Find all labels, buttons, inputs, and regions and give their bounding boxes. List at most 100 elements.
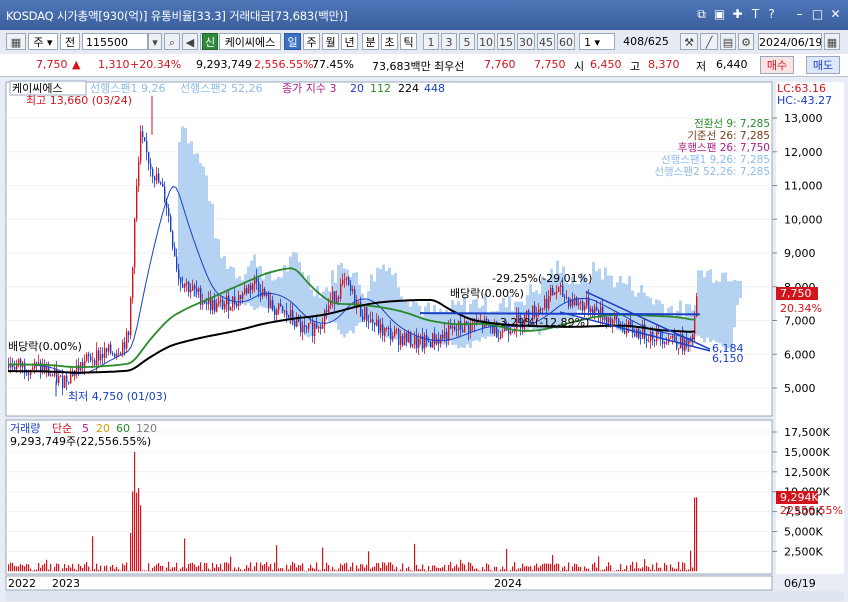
volume-bar — [114, 568, 116, 572]
volume-bar — [62, 568, 64, 572]
interval-input[interactable]: 1 ▾ — [579, 33, 615, 50]
price-tick-label: 11,000 — [784, 180, 823, 193]
code-dropdown-icon[interactable]: ▾ — [148, 33, 162, 50]
volume-bar — [22, 565, 24, 572]
cloud-segment — [208, 201, 211, 303]
market-select[interactable]: 전 — [60, 33, 80, 50]
interval-45[interactable]: 45 — [537, 33, 555, 50]
search-icon[interactable]: ⌕ — [164, 33, 180, 50]
text-icon[interactable]: T — [748, 7, 763, 22]
minimize-icon[interactable]: – — [792, 7, 807, 22]
volume-bar — [54, 566, 56, 572]
help-icon[interactable]: ? — [764, 7, 779, 22]
tab-period-year[interactable]: 년 — [341, 33, 358, 50]
volume-bar — [8, 564, 10, 572]
cloud-segment — [199, 163, 202, 298]
volume-bar — [168, 561, 170, 572]
tab-period-day[interactable]: 일 — [284, 33, 301, 50]
volume-bar — [88, 566, 90, 572]
volume-bar — [178, 571, 180, 572]
stock-chart[interactable]: 케이씨에스 선행스팬1 9,26 선행스팬2 52,26 종가 지수 3 20 … — [0, 76, 848, 602]
layout-icon[interactable]: ▦ — [6, 33, 26, 50]
price-change: 1,310 — [98, 58, 130, 71]
volume-bar — [340, 563, 342, 572]
tab-period-tick[interactable]: 틱 — [400, 33, 417, 50]
calendar-icon[interactable]: ▦ — [824, 33, 840, 50]
ichimoku-line-3: 선행스팬1 9,26: 7,285 — [661, 154, 770, 166]
candle-body — [376, 319, 378, 326]
candle-body — [326, 310, 328, 312]
candle-body — [86, 354, 88, 361]
volume-bar — [194, 564, 196, 572]
volume-bar — [408, 566, 410, 572]
ichimoku-line-0: 전환선 9: 7,285 — [694, 118, 770, 130]
volume-bar — [538, 567, 540, 572]
interval-5[interactable]: 5 — [459, 33, 475, 50]
tab-period-minute[interactable]: 분 — [362, 33, 379, 50]
candle-body — [636, 329, 638, 337]
tab-period-month[interactable]: 월 — [322, 33, 339, 50]
candle-body — [578, 303, 580, 306]
volume-bar — [636, 562, 638, 572]
volume-ratio: 2,556.55% — [254, 58, 314, 71]
maximize-icon[interactable]: □ — [810, 7, 825, 22]
volume-bar — [612, 570, 614, 572]
volume-bar — [58, 563, 60, 572]
volume-bar — [578, 566, 580, 572]
volume-bar — [448, 564, 450, 572]
interval-60[interactable]: 60 — [557, 33, 575, 50]
interval-30[interactable]: 30 — [517, 33, 535, 50]
close-icon[interactable]: ✕ — [828, 7, 843, 22]
save-icon[interactable]: ▤ — [720, 33, 736, 50]
tab-period-second[interactable]: 초 — [381, 33, 398, 50]
drawing-tools-icon[interactable]: ⚒ — [680, 33, 698, 50]
price-box-text: 7,750 — [780, 287, 812, 300]
candle-body — [344, 279, 346, 281]
scrollbar[interactable] — [6, 591, 844, 601]
volume-bar — [628, 570, 630, 572]
volume-bar — [498, 571, 500, 572]
interval-15[interactable]: 15 — [497, 33, 515, 50]
interval-10[interactable]: 10 — [477, 33, 495, 50]
candle-body — [670, 337, 672, 339]
candle-body — [62, 375, 64, 388]
volume-bar — [278, 568, 280, 572]
volume-bar — [604, 569, 606, 572]
candle-body — [124, 342, 126, 349]
date-input[interactable]: 2024/06/19 — [758, 33, 822, 50]
candle-body — [456, 329, 458, 331]
candle-body — [372, 319, 374, 323]
tab-period-week[interactable]: 주 — [303, 33, 320, 50]
volume-bar — [616, 570, 618, 572]
trend-tool-icon[interactable]: ╱ — [700, 33, 718, 50]
buy-button[interactable]: 매수 — [760, 56, 794, 74]
speaker-icon[interactable]: ◀ — [182, 33, 198, 50]
volume-bar — [654, 570, 656, 572]
settings-icon[interactable]: ⚙ — [738, 33, 754, 50]
restore-icon[interactable]: ⧉ — [694, 7, 709, 22]
interval-1[interactable]: 1 — [423, 33, 439, 50]
volume-bar — [50, 563, 52, 572]
sell-button[interactable]: 매도 — [806, 56, 840, 74]
volume-ma20: 20 — [96, 422, 110, 435]
candle-body — [188, 282, 190, 293]
percent-lower-label: -3.29%(-12.89%) — [496, 316, 589, 329]
market-type-select[interactable]: 주 ▾ — [28, 33, 58, 50]
volume-bar — [74, 568, 76, 572]
candle-body — [312, 322, 314, 337]
volume-bar — [226, 562, 228, 572]
candle-body — [440, 334, 442, 344]
interval-3[interactable]: 3 — [441, 33, 457, 50]
code-input[interactable]: 115500 — [82, 33, 148, 50]
candle-body — [270, 300, 272, 309]
pin-icon[interactable]: ✚ — [730, 7, 745, 22]
candle-body — [284, 310, 286, 312]
volume-bar — [370, 568, 372, 572]
volume-bar — [260, 562, 262, 572]
volume-bar — [554, 564, 556, 572]
candle-body — [88, 354, 90, 357]
candle-body — [438, 338, 440, 344]
cloud-segment — [712, 282, 715, 341]
window-icon[interactable]: ▣ — [712, 7, 727, 22]
cloud-segment — [727, 281, 730, 349]
